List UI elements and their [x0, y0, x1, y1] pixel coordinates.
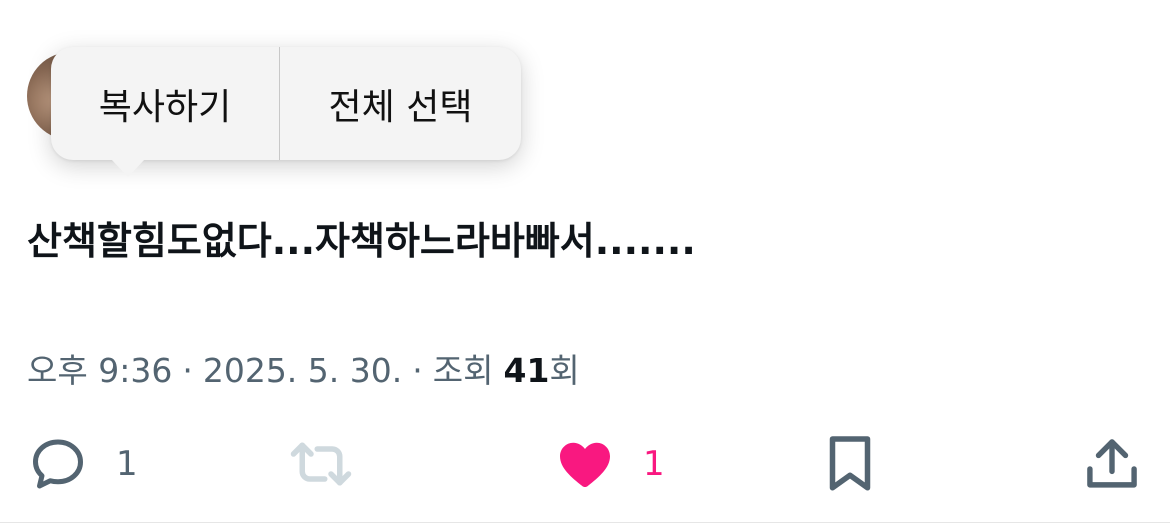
tweet-date[interactable]: 2025. 5. 30. — [203, 351, 402, 390]
bookmark-icon — [826, 434, 874, 494]
meta-separator: · — [412, 351, 423, 390]
share-button[interactable] — [1085, 428, 1139, 500]
views-count: 41 — [503, 351, 550, 390]
text-selection-context-menu: 복사하기 전체 선택 — [51, 47, 521, 177]
meta-separator: · — [182, 351, 193, 390]
speech-bubble-icon — [28, 434, 88, 494]
tweet-action-bar: 1 1 — [0, 428, 1170, 500]
tweet-text[interactable]: 산책할힘도없다...자책하느라바빠서....... — [27, 210, 696, 265]
tweet-meta: 오후 9:36 · 2025. 5. 30. · 조회 41 회 — [27, 344, 580, 392]
views-suffix: 회 — [549, 351, 580, 390]
share-upload-icon — [1085, 434, 1139, 494]
bookmark-button[interactable] — [826, 428, 874, 500]
reply-button[interactable]: 1 — [28, 428, 138, 500]
heart-icon — [555, 434, 615, 494]
divider-line — [0, 522, 1170, 523]
views-label: 조회 — [432, 351, 494, 390]
copy-button[interactable]: 복사하기 — [51, 47, 279, 160]
retweet-icon — [288, 434, 354, 494]
tweet-time[interactable]: 오후 9:36 — [27, 344, 172, 392]
select-all-button[interactable]: 전체 선택 — [280, 47, 521, 160]
reply-count: 1 — [116, 444, 138, 484]
retweet-button[interactable] — [288, 428, 354, 500]
like-button[interactable]: 1 — [555, 428, 665, 500]
like-count: 1 — [643, 444, 665, 484]
